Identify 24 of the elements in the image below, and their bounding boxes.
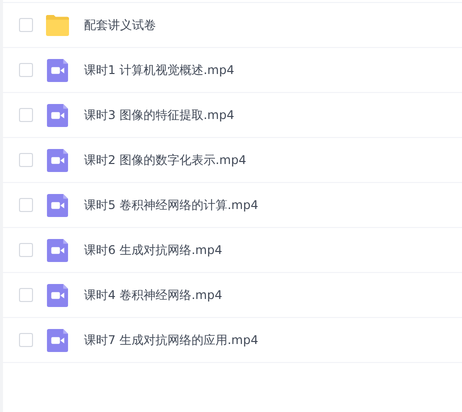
video-file-icon	[46, 104, 69, 126]
checkbox[interactable]	[19, 333, 33, 347]
file-name[interactable]: 配套讲义试卷	[84, 16, 156, 34]
file-name[interactable]: 课时1 计算机视觉概述.mp4	[84, 62, 234, 78]
checkbox[interactable]	[19, 108, 33, 122]
file-name[interactable]: 课时2 图像的数字化表示.mp4	[84, 152, 246, 168]
checkbox[interactable]	[19, 18, 33, 32]
video-file-icon	[46, 194, 69, 216]
checkbox[interactable]	[19, 243, 33, 257]
video-file-icon	[46, 58, 69, 82]
video-file-icon	[46, 148, 69, 172]
checkbox[interactable]	[19, 198, 33, 212]
video-file-icon	[46, 284, 69, 306]
file-name[interactable]: 课时3 图像的特征提取.mp4	[84, 106, 234, 124]
checkbox[interactable]	[19, 288, 33, 302]
folder-icon	[46, 14, 69, 36]
video-file-icon	[46, 328, 69, 352]
file-name[interactable]: 课时5 卷积神经网络的计算.mp4	[84, 196, 258, 214]
file-name[interactable]: 课时4 卷积神经网络.mp4	[84, 286, 222, 304]
video-file-icon	[46, 238, 69, 262]
checkbox[interactable]	[19, 63, 33, 77]
file-name[interactable]: 课时7 生成对抗网络的应用.mp4	[84, 332, 258, 348]
file-name[interactable]: 课时6 生成对抗网络.mp4	[84, 242, 222, 258]
checkbox[interactable]	[19, 153, 33, 167]
